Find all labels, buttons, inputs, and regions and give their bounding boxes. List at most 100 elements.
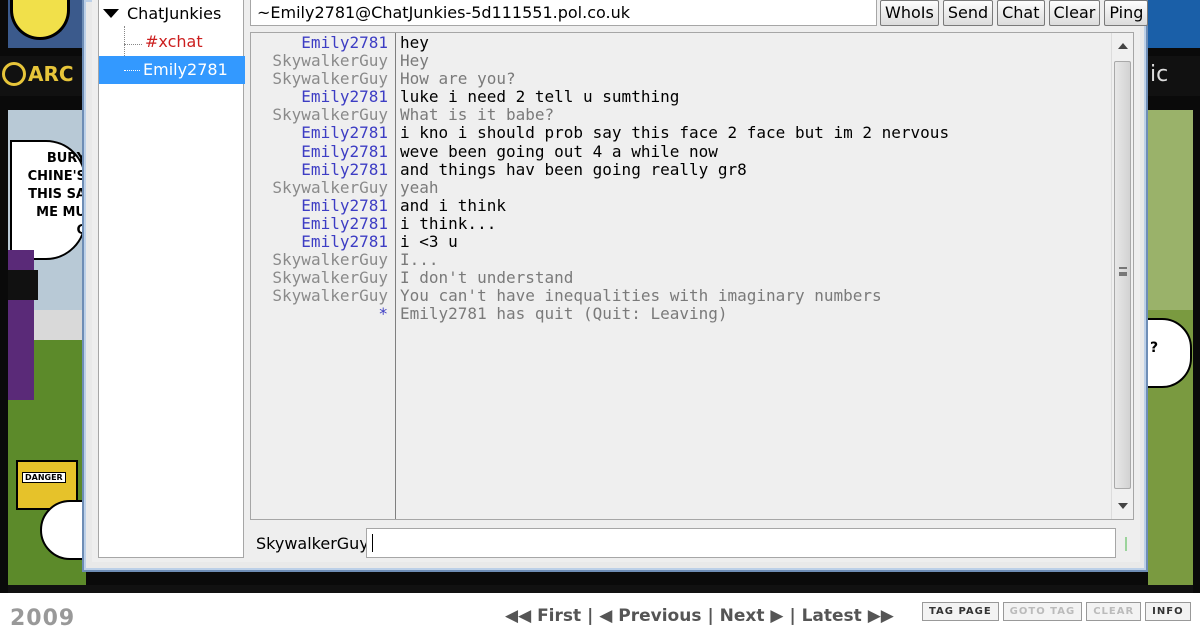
chat-line-nick[interactable]: Emily2781	[251, 196, 390, 215]
tree-server-chatjunkies[interactable]: ChatJunkies	[103, 4, 221, 23]
bubble-line: BURY	[46, 151, 86, 166]
comic-right-top	[1148, 0, 1200, 48]
chat-line-message: Emily2781 has quit (Quit: Leaving)	[400, 304, 728, 324]
chat-line-message: i think...	[400, 213, 497, 233]
chat-line-nick[interactable]: SkywalkerGuy	[251, 269, 390, 287]
chat-line-nick[interactable]: *	[251, 305, 390, 323]
chat-line-nick[interactable]: SkywalkerGuy	[251, 51, 390, 70]
chat-line-nick[interactable]: SkywalkerGuy	[251, 70, 390, 88]
clear-button[interactable]: Clear	[1048, 0, 1101, 26]
nav-first-link[interactable]: ◀◀ First	[505, 606, 581, 626]
comic-year: 2009	[10, 606, 76, 630]
comic-figure-head	[8, 270, 38, 300]
topic-field[interactable]: ~Emily2781@ChatJunkies-5d111551.pol.co.u…	[250, 0, 877, 26]
chat-line: SkywalkerGuy You can't have inequalities …	[251, 287, 1111, 305]
chat-line-nick[interactable]: Emily2781	[251, 142, 390, 161]
tree-connector	[124, 70, 140, 71]
resize-grip[interactable]	[1125, 537, 1127, 551]
chat-line-message: luke i need 2 tell u sumthing	[400, 87, 680, 107]
chat-line-message: You can't have inequalities with imagina…	[400, 286, 882, 306]
chat-line-message: and i think	[400, 195, 506, 215]
scroll-thumb[interactable]	[1114, 61, 1131, 489]
chat-line-nick[interactable]: Emily2781	[251, 160, 390, 179]
comic-nav: ◀◀ First | ◀ Previous | Next ▶ | Latest ▶▶	[505, 606, 894, 626]
comic-right-text: ic	[1150, 62, 1169, 87]
scroll-up-icon[interactable]	[1118, 43, 1128, 49]
goto-tag-button[interactable]: GOTO TAG	[1002, 602, 1083, 621]
comic-archive-text: ARC	[28, 62, 74, 86]
chat-line-nick[interactable]: SkywalkerGuy	[251, 251, 390, 269]
chat-log-lines: Emily2781 hey SkywalkerGuy Hey SkywalkerGuy H…	[251, 33, 1111, 324]
speech-bubble-left-text: BURY CHINE'S THIS SA ME MU C	[12, 150, 86, 240]
chat-line-message: i kno i should prob say this face 2 face…	[400, 123, 950, 143]
channel-tree: ChatJunkies #xchat Emily2781	[98, 0, 245, 558]
chat-line: Emily2781 and things hav been going reall…	[251, 159, 1111, 179]
chat-line-message: and things hav been going really gr8	[400, 159, 747, 179]
chat-line: Emily2781 and i think	[251, 195, 1111, 215]
chat-line: SkywalkerGuy Hey	[251, 51, 1111, 71]
chat-line-nick[interactable]: Emily2781	[251, 214, 390, 233]
chat-line-message: hey	[400, 33, 429, 52]
chat-line: SkywalkerGuy yeah	[251, 177, 1111, 197]
chat-line: SkywalkerGuy I...	[251, 251, 1111, 269]
bubble-line: ME MU	[36, 205, 86, 220]
tree-query-emily[interactable]: Emily2781	[99, 56, 245, 84]
comic-bottom-strip	[8, 585, 1193, 593]
chat-line-message: I...	[400, 250, 439, 270]
info-button[interactable]: INFO	[1145, 602, 1191, 621]
chat-line: Emily2781 hey	[251, 33, 1111, 52]
send-button[interactable]: Send	[942, 0, 994, 26]
chat-line: Emily2781 i kno i should prob say this fa…	[251, 124, 1111, 142]
bubble-line: C	[12, 222, 86, 240]
scroll-down-icon[interactable]	[1118, 503, 1128, 509]
user-buttons: WhoIs Send Chat Clear Ping	[880, 0, 1149, 26]
chat-line-message: yeah	[400, 177, 439, 197]
chat-line-message: i <3 u	[400, 232, 458, 252]
nav-next-link[interactable]: Next ▶	[720, 606, 784, 626]
chat-line-nick[interactable]: Emily2781	[251, 124, 390, 142]
tree-channel-xchat[interactable]: #xchat	[145, 32, 203, 51]
chat-line-message: Hey	[400, 51, 429, 71]
text-cursor	[372, 534, 373, 552]
nav-previous-link[interactable]: ◀ Previous	[599, 606, 701, 626]
grip-icon	[1119, 267, 1127, 276]
chat-window-body: ChatJunkies #xchat Emily2781 ~Emily2781@…	[92, 0, 1149, 562]
danger-label: DANGER	[22, 472, 66, 483]
chat-line-message: What is it babe?	[400, 105, 555, 125]
ping-button[interactable]: Ping	[1104, 0, 1149, 26]
clear-tag-button[interactable]: CLEAR	[1086, 602, 1142, 621]
chat-log[interactable]: Emily2781 hey SkywalkerGuy Hey SkywalkerGuy H…	[250, 32, 1134, 520]
comic-right-sky	[1148, 110, 1193, 310]
chat-scrollbar[interactable]	[1111, 33, 1133, 519]
chat-button[interactable]: Chat	[997, 0, 1045, 26]
bubble-line: THIS SA	[28, 187, 86, 202]
chat-line-nick[interactable]: SkywalkerGuy	[251, 178, 390, 197]
chat-line: Emily2781 weve been going out 4 a while n…	[251, 141, 1111, 161]
expand-caret-icon[interactable]	[103, 9, 119, 18]
nav-latest-link[interactable]: Latest ▶▶	[802, 606, 894, 626]
chat-line-nick[interactable]: SkywalkerGuy	[251, 287, 390, 305]
message-input[interactable]	[366, 528, 1116, 558]
chat-line: Emily2781 i think...	[251, 213, 1111, 233]
tree-server-label: ChatJunkies	[127, 4, 222, 23]
archive-icon	[2, 62, 26, 86]
chat-line-nick[interactable]: Emily2781	[251, 232, 390, 251]
chat-line-nick[interactable]: SkywalkerGuy	[251, 106, 390, 124]
bubble-line: CHINE'S	[27, 169, 86, 184]
chat-line: SkywalkerGuy I don't understand	[251, 269, 1111, 287]
whois-button[interactable]: WhoIs	[880, 0, 939, 26]
chat-line-nick[interactable]: Emily2781	[251, 88, 390, 106]
chat-line-nick[interactable]: Emily2781	[251, 33, 390, 52]
chat-line-message: I don't understand	[400, 268, 574, 288]
chat-line: SkywalkerGuy How are you?	[251, 70, 1111, 88]
tree-connector	[124, 44, 142, 45]
nick-button[interactable]: SkywalkerGuy	[256, 534, 369, 553]
speech-bubble-right-text: ?	[1150, 340, 1159, 356]
tag-page-button[interactable]: TAG PAGE	[922, 602, 999, 621]
chat-window: ChatJunkies #xchat Emily2781 ~Emily2781@…	[82, 0, 1149, 572]
chat-line-message: How are you?	[400, 69, 516, 89]
chat-line-message: weve been going out 4 a while now	[400, 141, 718, 161]
tag-buttons: TAG PAGE GOTO TAG CLEAR INFO	[922, 602, 1191, 621]
chat-line: Emily2781 luke i need 2 tell u sumthing	[251, 88, 1111, 106]
chat-line: * Emily2781 has quit (Quit: Leaving)	[251, 305, 1111, 323]
